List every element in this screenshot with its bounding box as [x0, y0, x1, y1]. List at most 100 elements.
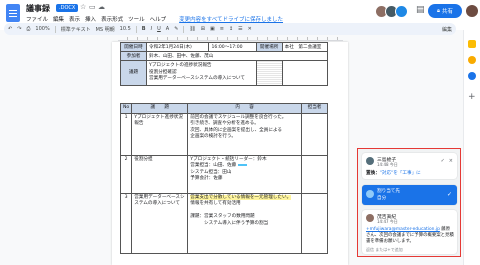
comment-time: 14:47 今日: [377, 219, 398, 224]
hatched-cell: [255, 60, 283, 86]
row-topic[interactable]: 営業用データーベースシステムの導入について: [131, 192, 189, 254]
avatar: [366, 190, 374, 198]
content-line: 企画案の検討を行う。: [190, 134, 236, 139]
check-icon[interactable]: ✓: [447, 191, 452, 198]
list-icon[interactable]: ☰: [238, 26, 242, 32]
comments-panel: 三島絵子 14:48 今日 ✓ × 置換："対応"を「工事」に 割り当て先 自分…: [357, 148, 461, 257]
assigned-to-label: 割り当て先: [377, 189, 400, 194]
menu-format[interactable]: 表示形式: [101, 15, 123, 23]
row-topic[interactable]: Yプロジェクト進捗状況報告: [131, 112, 189, 156]
doc-title[interactable]: 議事録: [26, 3, 50, 14]
row-no[interactable]: 2: [119, 154, 133, 194]
col-header-content: 内 容: [187, 103, 302, 114]
row-content[interactable]: 前回の会議でスケジュール調整を良合行った。 引き続き、調査や分析を進める。 次回…: [187, 112, 302, 156]
docs-logo-icon[interactable]: [6, 4, 20, 22]
agenda-table: No 議 題 内 容 担当者 1 Yプロジェクト進捗状況報告 前回の会議でスケジ…: [119, 103, 328, 254]
align-icon[interactable]: ≡: [220, 26, 224, 32]
reply-input[interactable]: 返信 または+で追加: [366, 247, 403, 253]
share-label: 共有: [441, 9, 453, 15]
attendees-label: 参加者: [120, 51, 147, 61]
star-icon[interactable]: ☆: [80, 3, 86, 11]
document-page[interactable]: 開催日時 令和2年1月24日(木) 16:00〜17:00 開催場所 本社 第二…: [112, 42, 348, 265]
app: 議事録 .DOCX ☆ ▭ ☁ ファイル 編集 表示 挿入 表示形式 ツール ヘ…: [0, 0, 480, 265]
agenda-label: 議題: [120, 60, 147, 86]
suggestion-text: 置換："対応"を「工事」に: [366, 171, 421, 176]
font-size-input[interactable]: 10.5: [120, 26, 131, 32]
toolbar: ↶ ↷ ⎙ 100% 標準テキスト MS 明朝 10.5 B I U A ✎ ⛓…: [4, 23, 456, 35]
menu-bar: ファイル 編集 表示 挿入 表示形式 ツール ヘルプ 変更内容をすべてドライブに…: [26, 15, 283, 23]
row-no[interactable]: 1: [119, 112, 133, 156]
text-color-icon[interactable]: A: [166, 26, 169, 32]
suggestion-actions: ✓ ×: [441, 158, 453, 164]
divider: [135, 25, 137, 33]
style-select[interactable]: 標準テキスト: [61, 26, 91, 33]
avatar[interactable]: [395, 5, 408, 18]
calendar-icon[interactable]: [468, 40, 476, 48]
collaborator-cursor: [238, 163, 248, 166]
row-owner[interactable]: [301, 112, 328, 156]
print-icon[interactable]: ⎙: [26, 26, 30, 32]
divider: [183, 25, 185, 33]
menu-edit[interactable]: 編集: [53, 15, 64, 23]
menu-help[interactable]: ヘルプ: [150, 15, 167, 23]
font-select[interactable]: MS 明朝: [96, 26, 115, 33]
row-owner[interactable]: [301, 154, 328, 194]
assignment-card[interactable]: 割り当て先 自分 ✓: [362, 185, 457, 205]
comment-history-icon[interactable]: ▤: [416, 5, 425, 15]
highlight-icon[interactable]: ✎: [174, 26, 178, 32]
place-label: 開催場所: [255, 42, 283, 52]
menu-insert[interactable]: 挿入: [85, 15, 96, 23]
content-line: 予算会計：佐藤: [190, 176, 223, 181]
edit-mode-select[interactable]: 編集: [442, 26, 452, 33]
table-row: 1 Yプロジェクト進捗状況報告 前回の会議でスケジュール調整を良合行った。 引き…: [119, 112, 328, 156]
menu-tools[interactable]: ツール: [128, 15, 145, 23]
image-icon[interactable]: ▣: [210, 26, 215, 32]
table-row: 3 営業用データーベースシステムの導入について 営業支出で分散している情報を一元…: [119, 192, 328, 254]
time-value[interactable]: 16:00〜17:00: [208, 42, 257, 52]
date-value[interactable]: 令和2年1月24日(木): [145, 42, 210, 52]
row-content[interactable]: Yプロジェクト・統括リーダー：鈴木 営業担当：山田、佐藤 システム担当：田山 予…: [187, 154, 302, 194]
row-topic[interactable]: 役割分担: [131, 154, 189, 194]
table-row: 開催日時 令和2年1月24日(木) 16:00〜17:00 開催場所 本社 第二…: [120, 42, 329, 52]
move-folder-icon[interactable]: ▭: [89, 3, 96, 11]
keep-icon[interactable]: [468, 56, 476, 64]
avatar: [366, 214, 374, 222]
zoom-select[interactable]: 100%: [35, 26, 49, 32]
link-icon[interactable]: ⛓: [189, 26, 195, 32]
account-avatar[interactable]: [466, 5, 478, 17]
collaborator-avatars: [375, 5, 408, 18]
save-status-link[interactable]: 変更内容をすべてドライブに保存しました: [179, 15, 283, 23]
agenda-value[interactable]: Yプロジェクトの進捗状況報告 役割分担確認 営業用データーベースシステムの導入に…: [146, 60, 257, 86]
comment-time: 14:48 今日: [377, 162, 398, 167]
add-addon-icon[interactable]: +: [468, 92, 476, 102]
side-panel: +: [463, 30, 480, 265]
clear-format-icon[interactable]: ✕: [248, 26, 252, 32]
empty-cell[interactable]: [281, 60, 329, 86]
docx-badge: .DOCX: [56, 4, 79, 12]
menu-file[interactable]: ファイル: [26, 15, 48, 23]
col-header-topic: 議 題: [131, 103, 189, 114]
line-spacing-icon[interactable]: ↕: [229, 26, 233, 32]
reject-icon[interactable]: ×: [449, 158, 453, 164]
row-owner[interactable]: [301, 192, 328, 254]
underline-icon[interactable]: U: [157, 26, 161, 32]
accept-icon[interactable]: ✓: [441, 158, 445, 164]
comment-text: +mfujiwara@master-education.jp 藤原さん、次回の会…: [366, 227, 454, 244]
attendees-value[interactable]: 鈴木、山田、田中、佐藤、茂山: [146, 51, 328, 61]
suggestion-card[interactable]: 三島絵子 14:48 今日 ✓ × 置換："対応"を「工事」に: [362, 153, 457, 179]
italic-icon[interactable]: I: [151, 26, 152, 32]
divider: [54, 25, 56, 33]
menu-view[interactable]: 表示: [69, 15, 80, 23]
row-content[interactable]: 営業支出で分散している情報を一元管理したい。 情報を共有して有効活用 課題：営業…: [187, 192, 302, 254]
redo-icon[interactable]: ↷: [17, 26, 21, 32]
share-button[interactable]: 🔒︎ 共有: [428, 4, 462, 18]
tasks-icon[interactable]: [468, 72, 476, 80]
add-comment-icon[interactable]: ⊞: [201, 26, 205, 32]
assignee: 自分: [377, 196, 387, 201]
comment-card[interactable]: 茂吉眞紀 14:47 今日 +mfujiwara@master-educatio…: [362, 210, 457, 254]
ruler[interactable]: [118, 37, 343, 41]
undo-icon[interactable]: ↶: [8, 26, 12, 32]
place-value[interactable]: 本社 第二会議室: [281, 42, 329, 52]
bold-icon[interactable]: B: [142, 26, 146, 32]
row-no[interactable]: 3: [119, 192, 133, 254]
